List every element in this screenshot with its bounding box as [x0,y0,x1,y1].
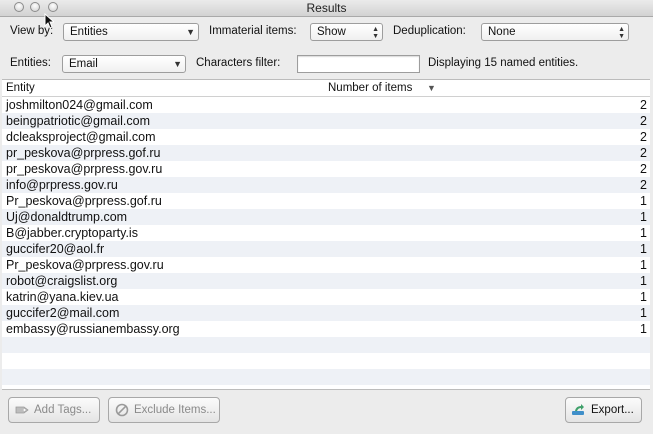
entity-cell: embassy@russianembassy.org [6,322,180,336]
count-cell: 1 [640,322,647,336]
export-button[interactable]: Export... [565,397,642,423]
table-row[interactable]: info@prpress.gov.ru 2 [2,177,650,193]
export-icon [572,404,584,415]
count-cell: 1 [640,210,647,224]
count-cell: 1 [640,194,647,208]
entity-cell: info@prpress.gov.ru [6,178,118,192]
entities-label: Entities: [10,57,51,69]
entity-cell: B@jabber.cryptoparty.is [6,226,138,240]
count-cell: 2 [640,130,647,144]
column-header-number-of-items[interactable]: Number of items [328,82,412,94]
table-row[interactable]: embassy@russianembassy.org 1 [2,321,650,337]
column-header-entity[interactable]: Entity [6,82,35,94]
table-header: Entity Number of items ▼ [2,80,650,97]
table-row[interactable]: joshmilton024@gmail.com 2 [2,97,650,113]
count-cell: 1 [640,274,647,288]
table-row[interactable]: Uj@donaldtrump.com 1 [2,209,650,225]
entity-cell: pr_peskova@prpress.gof.ru [6,146,161,160]
deduplication-select[interactable]: None ▲ ▼ [481,23,629,41]
entity-cell: beingpatriotic@gmail.com [6,114,151,128]
immaterial-items-select[interactable]: Show ▲ ▼ [310,23,383,41]
count-cell: 2 [640,114,647,128]
count-cell: 1 [640,258,647,272]
entities-table: Entity Number of items ▼ joshmilton024@g… [2,79,650,390]
entities-select[interactable]: Email ▼ [62,55,186,73]
table-row[interactable]: B@jabber.cryptoparty.is 1 [2,225,650,241]
chevron-down-icon: ▼ [173,59,182,69]
table-row[interactable]: Pr_peskova@prpress.gov.ru 1 [2,257,650,273]
entity-cell: robot@craigslist.org [6,274,118,288]
up-down-chevron-icon: ▲ ▼ [372,26,379,40]
count-cell: 1 [640,290,647,304]
exclude-items-button[interactable]: Exclude Items... [108,397,220,423]
empty-table-row [2,369,650,385]
characters-filter-label: Characters filter: [196,57,281,69]
empty-table-row [2,337,650,353]
characters-filter-input[interactable] [297,55,420,73]
export-label: Export... [591,404,634,416]
add-tags-label: Add Tags... [34,404,92,416]
entity-cell: guccifer20@aol.fr [6,242,105,256]
prohibit-icon [115,403,129,417]
table-row[interactable]: pr_peskova@prpress.gov.ru 2 [2,161,650,177]
entity-cell: pr_peskova@prpress.gov.ru [6,162,163,176]
count-cell: 2 [640,98,647,112]
add-tags-button[interactable]: Add Tags... [8,397,100,423]
entity-cell: joshmilton024@gmail.com [6,98,153,112]
count-cell: 1 [640,242,647,256]
chevron-down-icon: ▼ [186,27,195,37]
window-title: Results [306,1,347,15]
mouse-cursor-icon [44,13,54,29]
entity-cell: katrin@yana.kiev.ua [6,290,119,304]
view-by-value: Entities [70,26,108,38]
title-bar: Results [0,0,653,17]
empty-table-row [2,385,650,389]
exclude-items-label: Exclude Items... [134,404,216,416]
table-row[interactable]: robot@craigslist.org 1 [2,273,650,289]
table-row[interactable]: guccifer2@mail.com 1 [2,305,650,321]
count-cell: 2 [640,162,647,176]
table-row[interactable]: katrin@yana.kiev.ua 1 [2,289,650,305]
count-cell: 2 [640,178,647,192]
immaterial-items-value: Show [317,26,346,38]
table-row[interactable]: pr_peskova@prpress.gof.ru 2 [2,145,650,161]
entity-cell: Uj@donaldtrump.com [6,210,128,224]
entity-cell: dcleaksproject@gmail.com [6,130,156,144]
table-row[interactable]: dcleaksproject@gmail.com 2 [2,129,650,145]
sort-descending-icon: ▼ [427,83,436,93]
deduplication-value: None [488,26,516,38]
entities-value: Email [69,58,98,70]
count-cell: 1 [640,226,647,240]
immaterial-items-label: Immaterial items: [209,25,297,37]
tag-icon [15,406,29,414]
table-row[interactable]: Pr_peskova@prpress.gof.ru 1 [2,193,650,209]
entity-cell: Pr_peskova@prpress.gof.ru [6,194,162,208]
display-info: Displaying 15 named entities. [428,57,579,69]
view-by-select[interactable]: Entities ▼ [63,23,199,41]
empty-table-row [2,353,650,369]
entity-cell: guccifer2@mail.com [6,306,120,320]
count-cell: 1 [640,306,647,320]
up-down-chevron-icon: ▲ ▼ [618,26,625,40]
table-body: joshmilton024@gmail.com 2 beingpatriotic@g… [2,97,650,389]
deduplication-label: Deduplication: [393,25,466,37]
table-row[interactable]: guccifer20@aol.fr 1 [2,241,650,257]
table-row[interactable]: beingpatriotic@gmail.com 2 [2,113,650,129]
entity-cell: Pr_peskova@prpress.gov.ru [6,258,164,272]
count-cell: 2 [640,146,647,160]
